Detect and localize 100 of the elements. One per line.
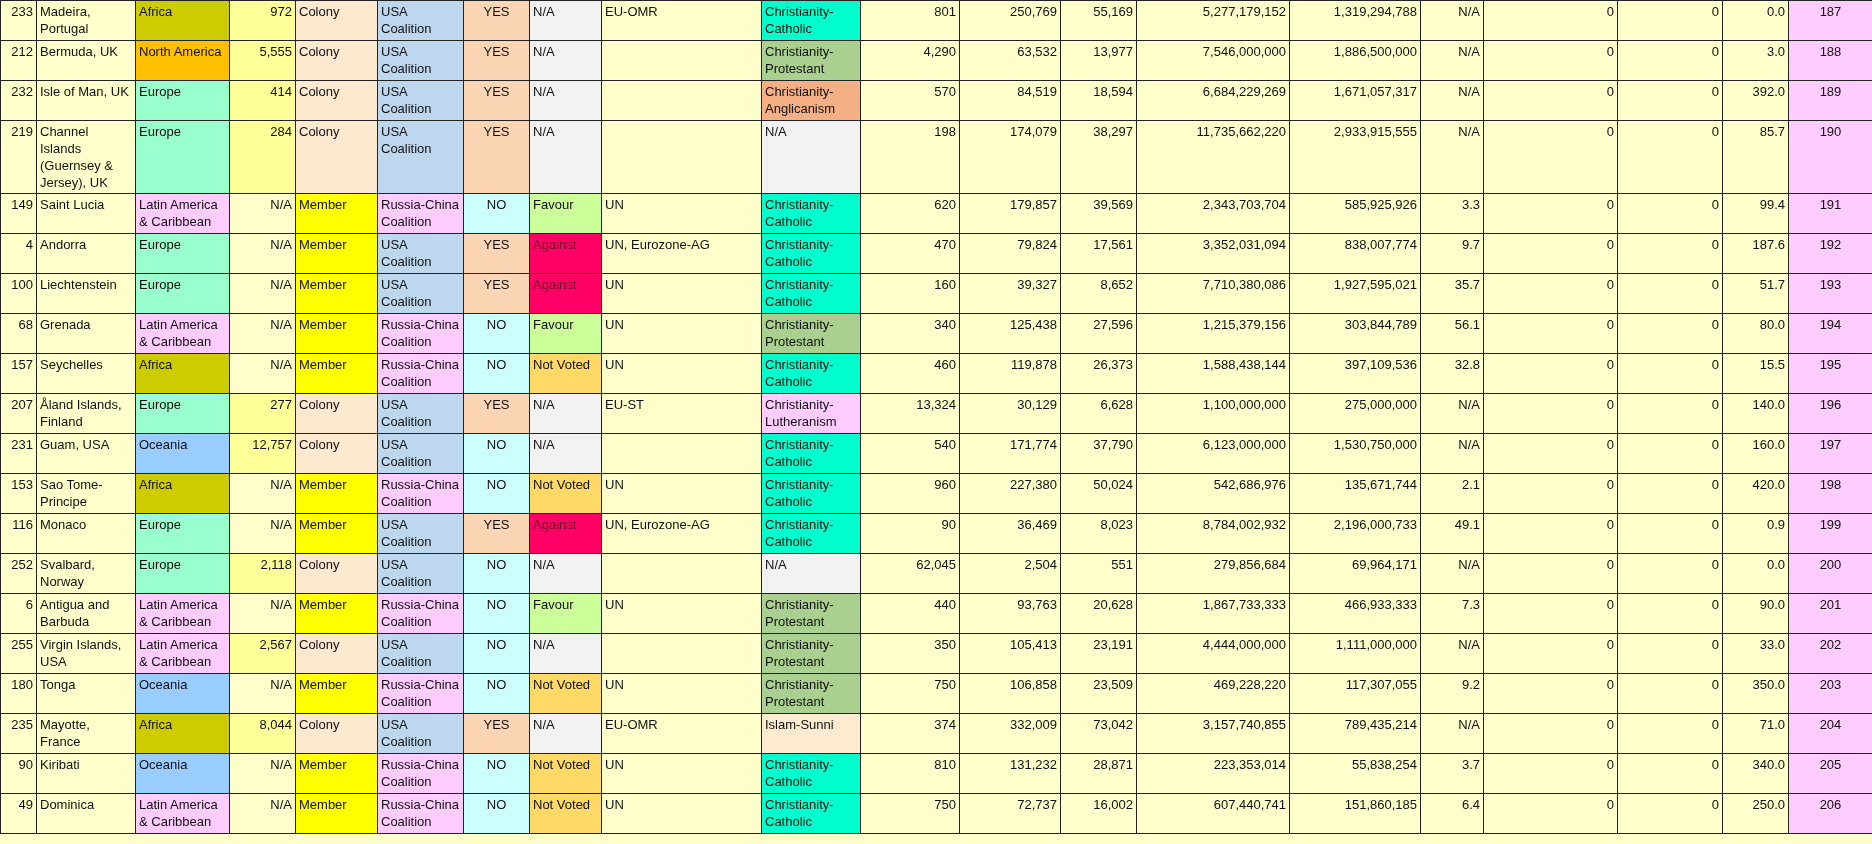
table-cell: 198 bbox=[1788, 473, 1872, 514]
table-cell: N/A bbox=[1420, 633, 1484, 674]
table-cell: 0 bbox=[1617, 713, 1723, 754]
table-cell: 0.9 bbox=[1722, 513, 1789, 554]
table-cell: 201 bbox=[1788, 593, 1872, 634]
table-cell: 0 bbox=[1617, 393, 1723, 434]
table-cell: EU-ST bbox=[601, 393, 762, 434]
table-cell: 0 bbox=[1483, 313, 1618, 354]
table-cell: Colony bbox=[295, 120, 378, 194]
table-cell: Africa bbox=[135, 0, 230, 41]
table-cell: YES bbox=[463, 80, 530, 121]
table-cell: 0 bbox=[1483, 713, 1618, 754]
table-cell: 180 bbox=[0, 673, 37, 714]
table-cell: UN bbox=[601, 753, 762, 794]
table-cell: Mayotte, France bbox=[36, 713, 136, 754]
table-cell: 191 bbox=[1788, 193, 1872, 234]
table-cell: Favour bbox=[529, 313, 602, 354]
table-cell: 3.3 bbox=[1420, 193, 1484, 234]
table-cell: 255 bbox=[0, 633, 37, 674]
table-cell: USA Coalition bbox=[377, 273, 464, 314]
table-cell: 192 bbox=[1788, 233, 1872, 274]
table-cell: 62,045 bbox=[860, 553, 960, 594]
table-cell: 105,413 bbox=[959, 633, 1061, 674]
table-cell: Christianity-Protestant bbox=[761, 673, 861, 714]
table-cell: 972 bbox=[229, 0, 296, 41]
table-cell: 2,933,915,555 bbox=[1289, 120, 1421, 194]
table-cell: 3,157,740,855 bbox=[1136, 713, 1290, 754]
table-cell: 1,111,000,000 bbox=[1289, 633, 1421, 674]
table-cell: 0 bbox=[1483, 553, 1618, 594]
table-cell: 18,594 bbox=[1060, 80, 1137, 121]
table-cell: 0 bbox=[1617, 120, 1723, 194]
table-cell: 3.7 bbox=[1420, 753, 1484, 794]
table-cell: Latin America & Caribbean bbox=[135, 633, 230, 674]
table-cell: N/A bbox=[529, 433, 602, 474]
table-cell: USA Coalition bbox=[377, 0, 464, 41]
table-cell: 223,353,014 bbox=[1136, 753, 1290, 794]
table-cell: N/A bbox=[229, 273, 296, 314]
table-cell: Colony bbox=[295, 0, 378, 41]
table-cell: N/A bbox=[229, 193, 296, 234]
table-cell: 26,373 bbox=[1060, 353, 1137, 394]
table-cell: Christianity-Catholic bbox=[761, 793, 861, 834]
table-cell: YES bbox=[463, 713, 530, 754]
table-cell: 3.0 bbox=[1722, 40, 1789, 81]
table-cell: Andorra bbox=[36, 233, 136, 274]
table-cell: Madeira, Portugal bbox=[36, 0, 136, 41]
table-cell: 179,857 bbox=[959, 193, 1061, 234]
table-cell: 1,100,000,000 bbox=[1136, 393, 1290, 434]
table-cell: 750 bbox=[860, 793, 960, 834]
table-cell: 160.0 bbox=[1722, 433, 1789, 474]
table-cell: UN bbox=[601, 353, 762, 394]
table-cell: 99.4 bbox=[1722, 193, 1789, 234]
table-cell: Europe bbox=[135, 393, 230, 434]
table-cell: 1,927,595,021 bbox=[1289, 273, 1421, 314]
table-cell: 117,307,055 bbox=[1289, 673, 1421, 714]
table-cell: 1,319,294,788 bbox=[1289, 0, 1421, 41]
table-cell: 0 bbox=[1617, 513, 1723, 554]
table-cell: Colony bbox=[295, 40, 378, 81]
table-cell: Antigua and Barbuda bbox=[36, 593, 136, 634]
table-cell: Europe bbox=[135, 120, 230, 194]
table-cell: 2,196,000,733 bbox=[1289, 513, 1421, 554]
table-cell: Member bbox=[295, 313, 378, 354]
table-cell: Christianity-Catholic bbox=[761, 273, 861, 314]
table-cell: Member bbox=[295, 473, 378, 514]
table-cell: 284 bbox=[229, 120, 296, 194]
table-cell: 250.0 bbox=[1722, 793, 1789, 834]
table-cell: 49 bbox=[0, 793, 37, 834]
table-cell: 0 bbox=[1483, 673, 1618, 714]
table-cell: USA Coalition bbox=[377, 553, 464, 594]
table-cell: UN bbox=[601, 673, 762, 714]
table-cell: 0 bbox=[1483, 233, 1618, 274]
table-cell: Latin America & Caribbean bbox=[135, 593, 230, 634]
table-cell: Russia-China Coalition bbox=[377, 353, 464, 394]
table-cell: Russia-China Coalition bbox=[377, 193, 464, 234]
table-cell: UN bbox=[601, 793, 762, 834]
table-cell: 195 bbox=[1788, 353, 1872, 394]
table-cell: N/A bbox=[229, 513, 296, 554]
table-cell: Monaco bbox=[36, 513, 136, 554]
table-cell: 397,109,536 bbox=[1289, 353, 1421, 394]
table-cell: 0 bbox=[1483, 793, 1618, 834]
table-cell: Latin America & Caribbean bbox=[135, 793, 230, 834]
table-cell: UN bbox=[601, 193, 762, 234]
table-cell: 200 bbox=[1788, 553, 1872, 594]
table-cell: 188 bbox=[1788, 40, 1872, 81]
table-cell: 1,867,733,333 bbox=[1136, 593, 1290, 634]
table-cell: UN, Eurozone-AG bbox=[601, 513, 762, 554]
table-cell: N/A bbox=[229, 313, 296, 354]
table-cell: 36,469 bbox=[959, 513, 1061, 554]
table-cell: 149 bbox=[0, 193, 37, 234]
table-cell: Latin America & Caribbean bbox=[135, 193, 230, 234]
table-cell: Colony bbox=[295, 433, 378, 474]
table-cell: Colony bbox=[295, 713, 378, 754]
table-cell: 0 bbox=[1483, 80, 1618, 121]
table-cell: 204 bbox=[1788, 713, 1872, 754]
table-cell: Member bbox=[295, 353, 378, 394]
table-cell: 233 bbox=[0, 0, 37, 41]
table-cell: 71.0 bbox=[1722, 713, 1789, 754]
table-cell: 0 bbox=[1483, 0, 1618, 41]
table-cell: 350.0 bbox=[1722, 673, 1789, 714]
table-cell: 374 bbox=[860, 713, 960, 754]
table-cell: N/A bbox=[229, 593, 296, 634]
